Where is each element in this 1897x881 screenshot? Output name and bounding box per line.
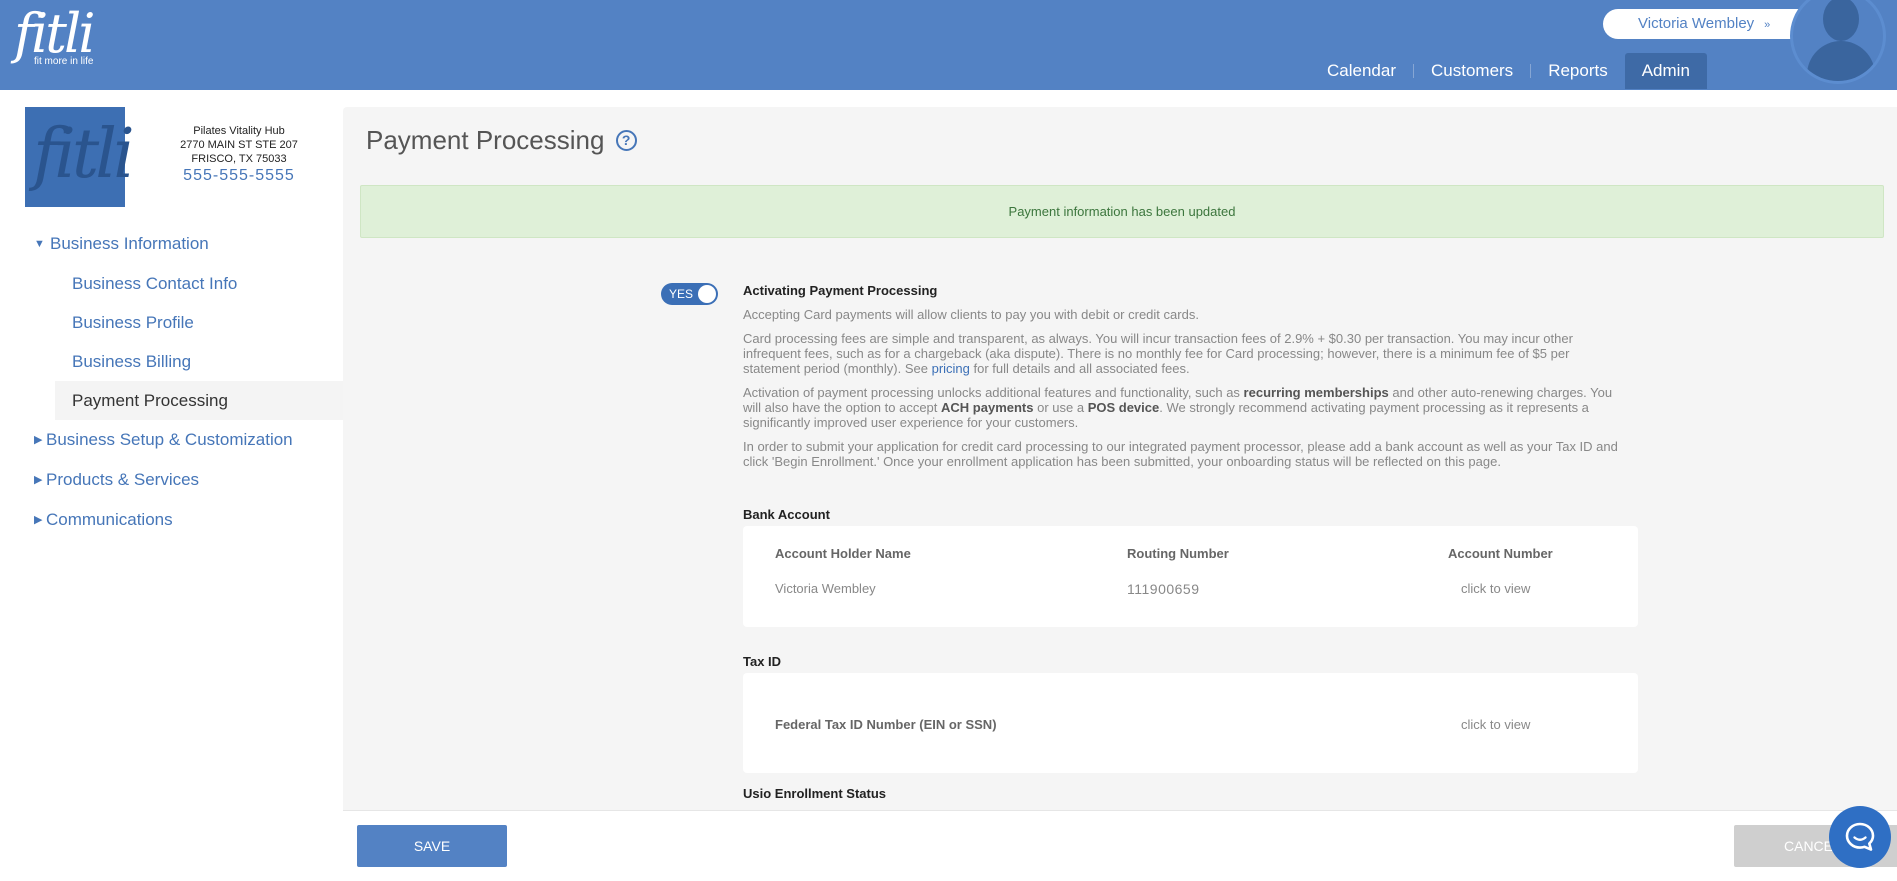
paragraph-fees: Card processing fees are simple and tran…	[743, 331, 1623, 376]
avatar-body-shape	[1807, 41, 1875, 81]
features-bold-memberships: recurring memberships	[1243, 385, 1389, 400]
tax-id-click-to-view[interactable]: click to view	[1461, 717, 1530, 732]
sidebar-section-label: Products & Services	[46, 470, 200, 489]
fitli-logo[interactable]: fitli fit more in life	[14, 2, 96, 68]
sidebar: fitli Pilates Vitality Hub 2770 MAIN ST …	[0, 90, 343, 881]
sidebar-menu: ▼ Business Information Business Contact …	[0, 224, 343, 540]
payment-processing-toggle[interactable]: YES	[661, 283, 718, 305]
caret-right-icon: ▶	[34, 474, 43, 486]
save-button[interactable]: SAVE	[357, 825, 507, 867]
sidebar-section-communications[interactable]: ▶ Communications	[0, 500, 343, 540]
account-number-header: Account Number	[1448, 546, 1553, 561]
features-bold-ach: ACH payments	[941, 400, 1034, 415]
account-number-click-to-view[interactable]: click to view	[1461, 581, 1530, 596]
sidebar-section-business-setup[interactable]: ▶ Business Setup & Customization	[0, 420, 343, 460]
sidebar-section-label: Communications	[46, 510, 173, 529]
pricing-link[interactable]: pricing	[932, 361, 970, 376]
toggle-label: YES	[669, 287, 694, 301]
chevron-down-icon: »	[1764, 19, 1771, 31]
bank-account-card: Account Holder Name Routing Number Accou…	[743, 526, 1638, 627]
user-menu-button[interactable]: Victoria Wembley »	[1603, 9, 1815, 39]
caret-down-icon: ▼	[34, 238, 45, 250]
chat-button[interactable]	[1829, 806, 1891, 868]
sidebar-section-business-information[interactable]: ▼ Business Information	[0, 224, 343, 264]
business-logo-wordmark: fitli	[33, 115, 135, 194]
main-nav: Calendar Customers Reports Admin	[1310, 53, 1707, 89]
paragraph-card-payments: Accepting Card payments will allow clien…	[743, 307, 1199, 322]
help-icon[interactable]: ?	[615, 130, 637, 151]
avatar-head-shape	[1823, 0, 1859, 41]
caret-right-icon: ▶	[34, 514, 43, 526]
account-holder-value: Victoria Wembley	[775, 581, 876, 596]
features-text-d: or use a	[1033, 400, 1088, 415]
business-name: Pilates Vitality Hub	[193, 125, 285, 137]
sidebar-item-payment-processing[interactable]: Payment Processing	[55, 381, 343, 420]
sidebar-item-business-billing[interactable]: Business Billing	[55, 342, 343, 381]
logo-wordmark: fitli	[14, 2, 96, 65]
caret-right-icon: ▶	[34, 434, 43, 446]
bank-account-label: Bank Account	[743, 507, 830, 522]
nav-calendar[interactable]: Calendar	[1310, 53, 1413, 89]
main-panel: Payment Processing ? Payment information…	[343, 107, 1897, 810]
toggle-knob	[698, 285, 716, 303]
nav-admin[interactable]: Admin	[1624, 53, 1707, 89]
page-title-text: Payment Processing	[366, 125, 605, 155]
business-phone: 555-555-5555	[183, 167, 295, 184]
tax-id-label: Tax ID	[743, 654, 782, 669]
sidebar-section-products-services[interactable]: ▶ Products & Services	[0, 460, 343, 500]
paragraph-features: Activation of payment processing unlocks…	[743, 385, 1623, 430]
sidebar-section-label: Business Information	[50, 234, 209, 253]
top-bar: fitli fit more in life Victoria Wembley »…	[0, 0, 1897, 90]
section-heading: Activating Payment Processing	[743, 283, 938, 298]
features-text-a: Activation of payment processing unlocks…	[743, 385, 1244, 400]
paragraph-enrollment: In order to submit your application for …	[743, 439, 1618, 469]
routing-number-value: 111900659	[1127, 581, 1200, 597]
routing-number-header: Routing Number	[1127, 546, 1229, 561]
logo-tagline: fit more in life	[34, 56, 94, 67]
enrollment-status-label: Usio Enrollment Status	[743, 786, 887, 801]
tax-id-card: Federal Tax ID Number (EIN or SSN) click…	[743, 673, 1638, 773]
nav-customers[interactable]: Customers	[1414, 53, 1530, 89]
sidebar-section-label: Business Setup & Customization	[46, 430, 293, 449]
page-title: Payment Processing ?	[366, 125, 637, 156]
business-logo: fitli	[25, 107, 135, 207]
business-address-line2: FRISCO, TX 75033	[191, 153, 287, 165]
payment-info-content: Activating Payment Processing Accepting …	[743, 283, 1623, 469]
fees-text-b: for full details and all associated fees…	[969, 361, 1190, 376]
business-address-line1: 2770 MAIN ST STE 207	[180, 139, 298, 151]
sidebar-item-business-profile[interactable]: Business Profile	[55, 303, 343, 342]
footer-bar	[343, 810, 1897, 881]
avatar[interactable]	[1790, 0, 1886, 84]
sidebar-item-business-contact-info[interactable]: Business Contact Info	[55, 264, 343, 303]
chat-bubble-icon	[1845, 822, 1875, 851]
federal-tax-id-header: Federal Tax ID Number (EIN or SSN)	[775, 717, 997, 732]
success-alert: Payment information has been updated	[360, 185, 1884, 238]
features-bold-pos: POS device	[1087, 400, 1160, 415]
business-info: Pilates Vitality Hub 2770 MAIN ST STE 20…	[160, 124, 318, 184]
nav-reports[interactable]: Reports	[1531, 53, 1625, 89]
user-name: Victoria Wembley	[1638, 15, 1755, 32]
account-holder-header: Account Holder Name	[775, 546, 911, 561]
